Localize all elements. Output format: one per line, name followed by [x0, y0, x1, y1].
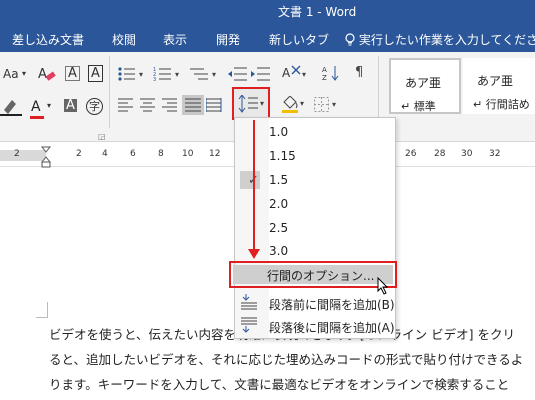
ruler-number: 30 [461, 149, 473, 159]
title-bar: 文書 1 - Word [0, 0, 535, 24]
style-normal[interactable]: あア亜 ↵ 標準 [389, 58, 461, 114]
style-no-spacing[interactable]: あア亜 ↵ 行間詰め [463, 58, 535, 114]
menu-item-add-space-before[interactable]: 段落前に間隔を追加(B) [235, 292, 395, 314]
svg-text:A: A [322, 66, 327, 74]
ruler-number: 6 [130, 149, 136, 159]
style-name: ↵ 標準 [401, 100, 436, 113]
line-spacing-icon: ▾ [238, 95, 264, 113]
line-spacing-menu: 1.0 1.15 ✓ 1.5 2.0 2.5 3.0 段落前に間隔を追加(B) … [234, 117, 396, 339]
justify-icon[interactable] [182, 95, 204, 115]
ruler-number: 2 [14, 149, 20, 159]
shading-button[interactable]: A [64, 99, 77, 112]
svg-text:▾: ▾ [260, 99, 264, 108]
svg-text:▾: ▾ [175, 70, 179, 79]
mouse-cursor-icon [377, 277, 389, 295]
menu-item-1-5[interactable]: ✓ 1.5 [235, 169, 395, 191]
tell-me-label: 実行したい作業を入力してください [358, 33, 535, 47]
ruler-number: 28 [434, 149, 446, 159]
space-after-icon [241, 317, 257, 333]
menu-item-add-space-after[interactable]: 段落後に間隔を追加(A) [235, 315, 395, 337]
document-line: ると、追加したいビデオを、それに応じた埋め込みコードの形式で貼り付けできるよ [49, 352, 524, 367]
shading-fill-icon[interactable]: ▾ [280, 96, 308, 114]
align-right-icon[interactable] [162, 98, 178, 112]
borders-icon[interactable]: ▾ [314, 97, 342, 113]
menu-item-2-0[interactable]: 2.0 [235, 193, 395, 215]
chevron-down-icon: ▾ [22, 69, 27, 78]
lightbulb-icon [345, 33, 355, 46]
line-spacing-button[interactable]: ▾ [232, 87, 270, 120]
tab-view[interactable]: 表示 [163, 31, 187, 48]
increase-indent-icon[interactable] [251, 66, 271, 82]
svg-text:3: 3 [153, 77, 156, 82]
ruler-number: 26 [405, 149, 417, 159]
menu-item-2-5[interactable]: 2.5 [235, 217, 395, 239]
clear-formatting-icon[interactable]: A [37, 65, 57, 83]
annotation-arrow-line [253, 120, 255, 252]
change-case-button[interactable]: Aa [3, 68, 19, 80]
sort-icon[interactable]: AZ [322, 64, 342, 82]
chevron-down-icon: ▾ [47, 101, 52, 110]
ruler-number: 32 [489, 149, 501, 159]
character-border-button[interactable]: A [88, 65, 103, 82]
svg-text:Z: Z [322, 74, 327, 82]
ribbon-tabs: 差し込み文書 校閲 表示 開発 新しいタブ 実行したい作業を入力してください [0, 24, 535, 52]
ruler-number: 2 [76, 149, 82, 159]
bullets-icon[interactable]: ▾ [117, 66, 147, 82]
align-left-icon[interactable] [118, 98, 134, 112]
tell-me-box[interactable]: 実行したい作業を入力してください [345, 31, 535, 48]
options-label: 行間のオプション... [267, 269, 375, 283]
ruler-number: 12 [209, 149, 221, 159]
multilevel-list-icon[interactable]: ▾ [190, 66, 220, 82]
group-separator [109, 56, 110, 128]
menu-item-1-15[interactable]: 1.15 [235, 145, 395, 167]
decrease-indent-icon[interactable] [228, 66, 248, 82]
dialog-launcher-icon[interactable]: ◲ [98, 132, 106, 141]
ruler-number: 10 [182, 149, 194, 159]
svg-text:▾: ▾ [300, 99, 304, 108]
indent-marker-icon[interactable] [41, 146, 51, 168]
tab-developer[interactable]: 開発 [216, 31, 240, 48]
align-center-icon[interactable] [140, 98, 156, 112]
svg-text:▾: ▾ [332, 100, 336, 109]
line-spacing-options-item[interactable]: 行間のオプション... [229, 261, 397, 295]
tab-mailings[interactable]: 差し込み文書 [12, 31, 84, 48]
svg-text:A: A [282, 66, 291, 80]
svg-text:▾: ▾ [302, 70, 306, 79]
space-before-icon [241, 294, 257, 310]
tab-new-tab[interactable]: 新しいタブ [269, 31, 329, 48]
show-formatting-marks-button[interactable]: ¶ [355, 66, 363, 79]
style-preview: あア亜 [477, 74, 514, 88]
style-name: ↵ 行間詰め [473, 98, 530, 111]
tab-review[interactable]: 校閲 [112, 31, 136, 48]
font-color-bar [30, 116, 44, 119]
checked-indicator: ✓ [240, 171, 260, 189]
character-shading-button[interactable]: A [65, 66, 80, 81]
svg-text:A: A [38, 67, 47, 82]
window-title: 文書 1 - Word [278, 5, 357, 19]
document-line: ります。キーワードを入力して、文書に最適なビデオをオンラインで検索すること [49, 377, 510, 392]
enclosed-character-button[interactable]: 字 [86, 98, 103, 115]
highlight-icon[interactable] [0, 96, 28, 116]
font-color-button[interactable]: A [31, 100, 41, 114]
ruler-number: 4 [102, 149, 108, 159]
svg-text:▾: ▾ [212, 70, 216, 79]
styles-gallery: あア亜 ↵ 標準 あア亜 ↵ 行間詰め [383, 54, 535, 114]
ruler-number: 8 [158, 149, 164, 159]
svg-text:▾: ▾ [139, 70, 143, 79]
annotation-arrow-head [248, 249, 260, 259]
distributed-icon[interactable] [206, 98, 222, 112]
style-preview: あア亜 [405, 76, 442, 90]
text-direction-icon[interactable]: A ▾ [282, 64, 310, 82]
menu-item-1-0[interactable]: 1.0 [235, 121, 395, 143]
margin-marker [36, 302, 48, 318]
numbering-icon[interactable]: 123▾ [153, 66, 183, 82]
